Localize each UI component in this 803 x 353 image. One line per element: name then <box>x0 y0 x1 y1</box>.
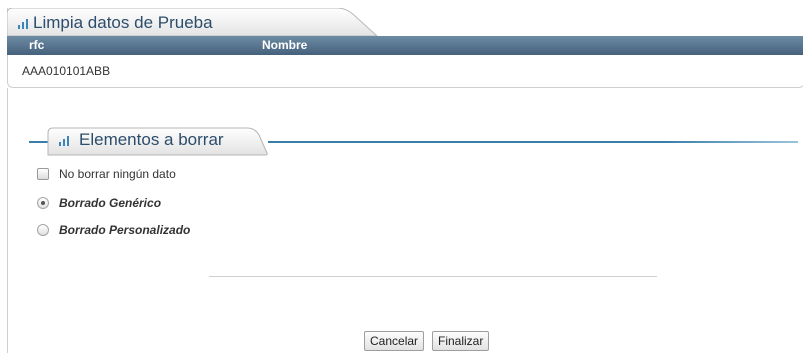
no-delete-checkbox[interactable] <box>37 168 49 180</box>
panel-tab: Limpia datos de Prueba <box>7 8 383 37</box>
content-border <box>7 88 8 353</box>
footer-divider <box>209 276 657 277</box>
panel-title-text: Limpia datos de Prueba <box>33 13 213 32</box>
custom-delete-radio-option[interactable]: Borrado Personalizado <box>37 223 190 237</box>
cell-rfc: AAA010101ABB <box>22 64 111 78</box>
no-delete-label: No borrar ningún dato <box>59 167 176 181</box>
no-delete-checkbox-option[interactable]: No borrar ningún dato <box>37 167 176 181</box>
bars-icon <box>59 135 71 146</box>
generic-delete-radio-option[interactable]: Borrado Genérico <box>37 196 161 210</box>
generic-delete-radio[interactable] <box>37 197 49 209</box>
panel-title: Limpia datos de Prueba <box>18 13 213 33</box>
column-header-rfc: rfc <box>29 38 45 52</box>
table-header: rfc Nombre <box>7 36 803 55</box>
cancel-button[interactable]: Cancelar <box>364 331 425 351</box>
section-title-text: Elementos a borrar <box>79 130 224 149</box>
section-divider-left <box>29 141 49 143</box>
table-row[interactable]: AAA010101ABB <box>22 64 110 78</box>
bars-icon <box>18 18 30 29</box>
column-header-nombre: Nombre <box>262 38 308 52</box>
section-tab: Elementos a borrar <box>47 127 269 156</box>
generic-delete-label: Borrado Genérico <box>59 196 162 210</box>
section-divider-right <box>268 141 798 143</box>
custom-delete-radio[interactable] <box>37 224 49 236</box>
custom-delete-label: Borrado Personalizado <box>59 223 191 237</box>
finish-button[interactable]: Finalizar <box>432 331 490 351</box>
section-title: Elementos a borrar <box>59 130 224 150</box>
